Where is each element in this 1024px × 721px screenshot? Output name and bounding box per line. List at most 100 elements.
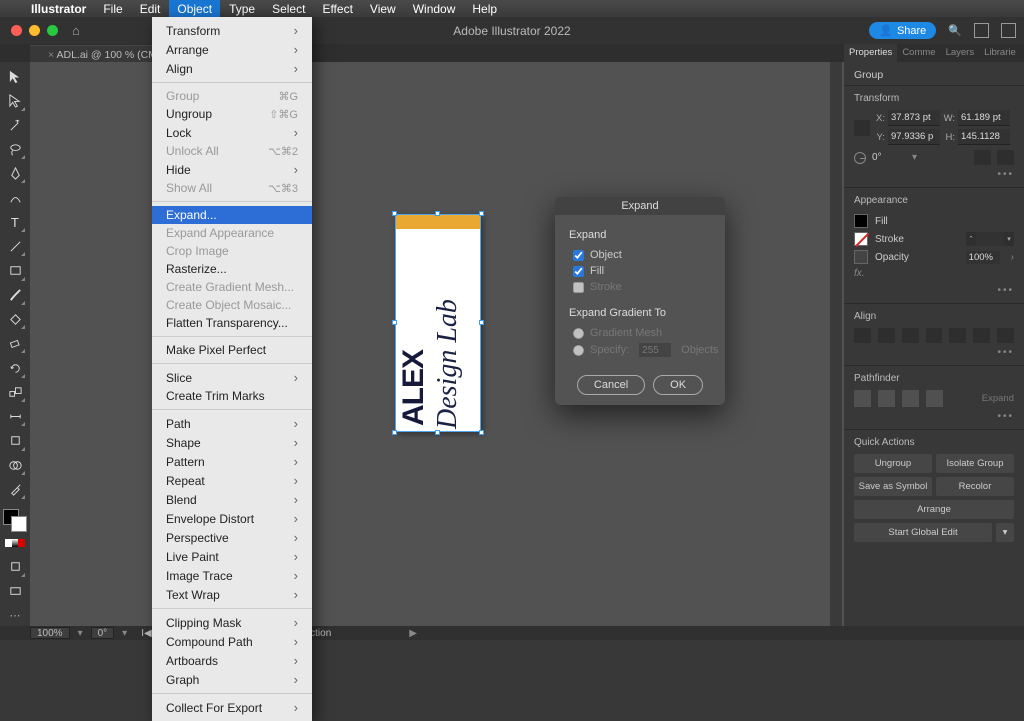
stroke-swatch[interactable]	[854, 232, 868, 246]
workspace-icon[interactable]	[1001, 23, 1016, 38]
align-to-icon[interactable]	[997, 328, 1014, 343]
menu-item-slice[interactable]: Slice	[152, 368, 312, 387]
fill-swatch[interactable]	[854, 214, 868, 228]
menu-item-clipping-mask[interactable]: Clipping Mask	[152, 613, 312, 632]
transform-x[interactable]: 37.873 pt	[888, 110, 940, 126]
color-mode-toggle[interactable]	[5, 539, 25, 547]
curvature-tool[interactable]	[4, 187, 26, 208]
menu-item-envelope-distort[interactable]: Envelope Distort	[152, 509, 312, 528]
more-options-icon[interactable]: •••	[854, 411, 1014, 422]
menu-item-ungroup[interactable]: Ungroup⇧⌘G	[152, 105, 312, 123]
menu-item-path[interactable]: Path	[152, 414, 312, 433]
scale-tool[interactable]	[4, 382, 26, 403]
pen-tool[interactable]	[4, 163, 26, 184]
opacity-value[interactable]: 100%	[966, 251, 1000, 264]
qa-isolate-button[interactable]: Isolate Group	[936, 454, 1014, 473]
align-vcenter-icon[interactable]	[949, 328, 966, 343]
pathfinder-exclude-icon[interactable]	[926, 390, 943, 407]
width-tool[interactable]	[4, 406, 26, 427]
menu-edit[interactable]: Edit	[140, 2, 161, 16]
rotate-dial-icon[interactable]	[854, 152, 866, 164]
resize-handle[interactable]	[479, 430, 484, 435]
magic-wand-tool[interactable]	[4, 115, 26, 136]
opacity-swatch-icon[interactable]	[854, 250, 868, 264]
stroke-weight-input[interactable]	[976, 232, 1004, 246]
share-button[interactable]: 👤Share	[869, 22, 936, 39]
pathfinder-intersect-icon[interactable]	[902, 390, 919, 407]
menu-item-live-paint[interactable]: Live Paint	[152, 547, 312, 566]
menu-item-arrange[interactable]: Arrange	[152, 40, 312, 59]
menu-item-lock[interactable]: Lock	[152, 123, 312, 142]
window-close[interactable]	[11, 25, 22, 36]
menu-type[interactable]: Type	[229, 2, 255, 16]
menu-item-align[interactable]: Align	[152, 59, 312, 78]
paintbrush-tool[interactable]	[4, 285, 26, 306]
lasso-tool[interactable]	[4, 139, 26, 160]
pathfinder-minus-icon[interactable]	[878, 390, 895, 407]
qa-global-edit-button[interactable]: Start Global Edit	[854, 523, 992, 542]
resize-handle[interactable]	[435, 211, 440, 216]
cancel-button[interactable]: Cancel	[577, 375, 645, 395]
rotation-value[interactable]: 0°	[91, 627, 115, 639]
transform-w[interactable]: 61.189 pt	[958, 110, 1010, 126]
tab-layers[interactable]: Layers	[941, 44, 980, 62]
resize-handle[interactable]	[435, 430, 440, 435]
menu-item-hide[interactable]: Hide	[152, 160, 312, 179]
tab-properties[interactable]: Properties	[844, 44, 897, 62]
window-minimize[interactable]	[29, 25, 40, 36]
artboard[interactable]: ALEX Design Lab	[395, 214, 481, 432]
transform-y[interactable]: 97.9336 p	[888, 129, 940, 145]
draw-mode[interactable]	[4, 556, 26, 577]
menu-item-collect-for-export[interactable]: Collect For Export	[152, 698, 312, 717]
shape-builder-tool[interactable]	[4, 455, 26, 476]
menu-item-text-wrap[interactable]: Text Wrap	[152, 585, 312, 604]
tab-comments[interactable]: Comme	[897, 44, 940, 62]
menu-window[interactable]: Window	[413, 2, 456, 16]
status-disclosure[interactable]: ▶	[409, 628, 417, 639]
menu-item-graph[interactable]: Graph	[152, 670, 312, 689]
qa-arrange-button[interactable]: Arrange	[854, 500, 1014, 519]
eraser-tool[interactable]	[4, 333, 26, 354]
qa-recolor-button[interactable]: Recolor	[936, 477, 1014, 496]
qa-global-edit-dropdown[interactable]: ▾	[996, 523, 1014, 542]
resize-handle[interactable]	[479, 320, 484, 325]
menu-item-blend[interactable]: Blend	[152, 490, 312, 509]
expand-fill-checkbox[interactable]	[573, 266, 584, 277]
menu-file[interactable]: File	[103, 2, 122, 16]
align-top-icon[interactable]	[926, 328, 943, 343]
menu-item-rasterize[interactable]: Rasterize...	[152, 260, 312, 278]
rectangle-tool[interactable]	[4, 260, 26, 281]
menu-item-expand[interactable]: Expand...	[152, 206, 312, 224]
menu-item-repeat[interactable]: Repeat	[152, 471, 312, 490]
flip-horizontal-icon[interactable]	[974, 150, 991, 165]
edit-toolbar[interactable]: ⋯	[4, 605, 26, 626]
flip-vertical-icon[interactable]	[997, 150, 1014, 165]
tab-libraries[interactable]: Librarie	[979, 44, 1021, 62]
menu-item-perspective[interactable]: Perspective	[152, 528, 312, 547]
rotate-tool[interactable]	[4, 357, 26, 378]
direct-selection-tool[interactable]	[4, 90, 26, 111]
align-bottom-icon[interactable]	[973, 328, 990, 343]
resize-handle[interactable]	[392, 430, 397, 435]
menu-item-compound-path[interactable]: Compound Path	[152, 632, 312, 651]
zoom-level[interactable]: 100%	[30, 627, 70, 639]
ok-button[interactable]: OK	[653, 375, 703, 395]
eyedropper-tool[interactable]	[4, 479, 26, 500]
align-left-icon[interactable]	[854, 328, 871, 343]
align-right-icon[interactable]	[902, 328, 919, 343]
more-options-icon[interactable]: •••	[854, 285, 1014, 296]
pathfinder-unite-icon[interactable]	[854, 390, 871, 407]
reference-point-icon[interactable]	[854, 120, 870, 136]
menu-illustrator[interactable]: Illustrator	[31, 2, 86, 16]
transform-h[interactable]: 145.1128	[958, 129, 1010, 145]
menu-effect[interactable]: Effect	[322, 2, 352, 16]
menu-item-image-trace[interactable]: Image Trace	[152, 566, 312, 585]
doc-close-icon[interactable]: ×	[48, 49, 54, 61]
resize-handle[interactable]	[392, 211, 397, 216]
menu-item-flatten-transparency[interactable]: Flatten Transparency...	[152, 314, 312, 332]
screen-mode[interactable]	[4, 581, 26, 602]
menu-item-make-pixel-perfect[interactable]: Make Pixel Perfect	[152, 341, 312, 359]
menu-object[interactable]: Object	[169, 0, 220, 19]
resize-handle[interactable]	[479, 211, 484, 216]
shaper-tool[interactable]	[4, 309, 26, 330]
